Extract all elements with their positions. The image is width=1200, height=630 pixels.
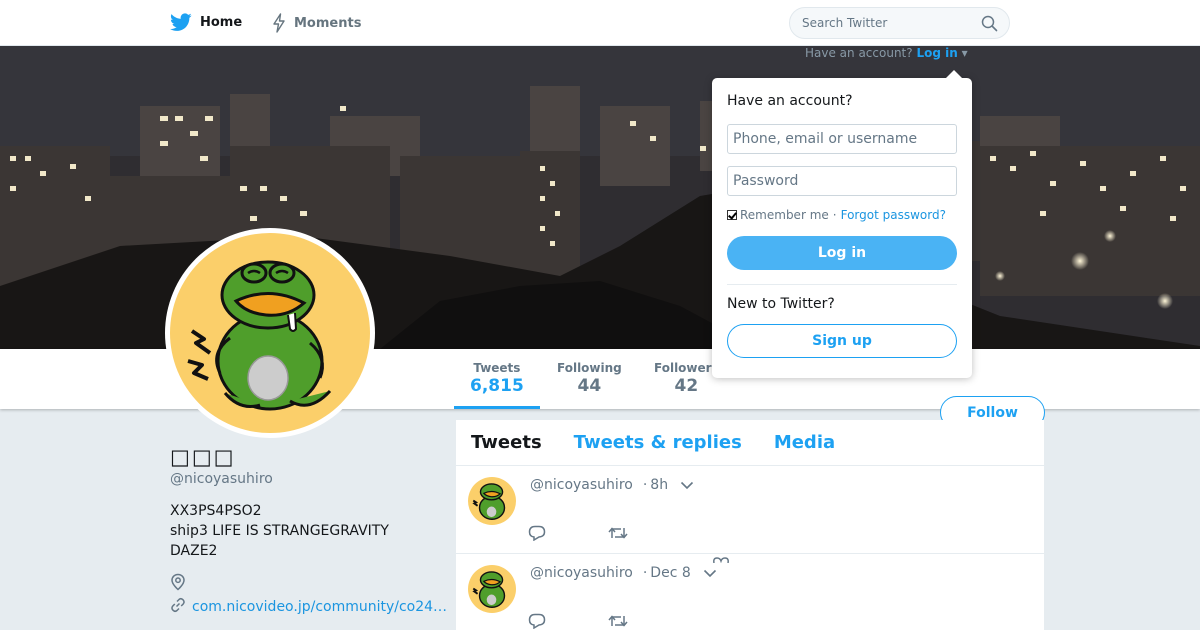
- tweet-item[interactable]: @nicoyasuhiro · Dec 8: [456, 554, 1044, 630]
- tweet-time[interactable]: 8h: [650, 477, 668, 493]
- stat-value: 44: [577, 376, 602, 396]
- lightning-icon: [272, 13, 286, 33]
- remember-row: Remember me · Forgot password?: [727, 208, 946, 222]
- top-nav: Home Moments: [0, 0, 1200, 46]
- nav-moments[interactable]: Moments: [272, 13, 361, 33]
- search-icon[interactable]: [981, 15, 998, 36]
- signup-button[interactable]: Sign up: [727, 324, 957, 358]
- tweet-separator: ·: [642, 477, 648, 493]
- dropdown-caret: [946, 70, 962, 78]
- stat-label: Followers: [654, 361, 719, 375]
- timeline: Tweets Tweets & replies Media @nicoyasuh…: [456, 420, 1044, 630]
- account-hint: Have an account? Log in ▾: [805, 46, 968, 60]
- login-dropdown: Have an account? Remember me · Forgot pa…: [712, 70, 972, 378]
- new-to-twitter-text: New to Twitter?: [727, 296, 835, 312]
- remember-label[interactable]: Remember me: [740, 208, 829, 222]
- chevron-down-icon[interactable]: [703, 566, 717, 582]
- location-row: [170, 573, 450, 591]
- caret-down-icon: ▾: [961, 46, 968, 60]
- chevron-down-icon[interactable]: [680, 478, 694, 494]
- tweet-actions: [528, 525, 628, 545]
- login-button[interactable]: Log in: [727, 236, 957, 270]
- reply-icon[interactable]: [528, 525, 546, 545]
- profile-bio: XX3PS4PSO2 ship3 LIFE IS STRANGEGRAVITY …: [170, 503, 389, 559]
- tweet-header: @nicoyasuhiro · Dec 8: [530, 564, 717, 582]
- username-input[interactable]: [727, 124, 957, 154]
- tweet-handle[interactable]: @nicoyasuhiro: [530, 477, 633, 493]
- avatar[interactable]: [165, 228, 375, 438]
- dropdown-divider: [727, 284, 957, 285]
- account-hint-login-link[interactable]: Log in: [916, 46, 957, 60]
- reply-icon[interactable]: [528, 613, 546, 630]
- timeline-tabs: Tweets Tweets & replies Media: [456, 420, 1044, 466]
- nav-moments-label: Moments: [294, 15, 362, 31]
- profile-side: □□□ @nicoyasuhiro XX3PS4PSO2 ship3 LIFE …: [170, 445, 450, 617]
- search-input[interactable]: [790, 8, 970, 38]
- profile-link[interactable]: com.nicovideo.jp/community/co24…: [170, 597, 450, 617]
- tweet-time[interactable]: Dec 8: [650, 565, 690, 581]
- remember-checkbox[interactable]: [727, 210, 737, 220]
- tab-tweets-replies[interactable]: Tweets & replies: [574, 432, 742, 453]
- tab-tweets[interactable]: Tweets: [471, 432, 542, 453]
- tweet-separator: ·: [642, 565, 648, 581]
- password-input[interactable]: [727, 166, 957, 196]
- stat-label: Following: [557, 361, 622, 375]
- twitter-bird-icon: [170, 13, 192, 32]
- tweet-handle[interactable]: @nicoyasuhiro: [530, 565, 633, 581]
- profile-link-text[interactable]: com.nicovideo.jp/community/co24…: [192, 599, 447, 615]
- tweet-item[interactable]: @nicoyasuhiro · 8h: [456, 466, 1044, 564]
- search-box: [789, 7, 1010, 39]
- stat-value: 6,815: [470, 376, 524, 396]
- tweet-avatar[interactable]: [468, 565, 516, 613]
- account-hint-text: Have an account?: [805, 46, 913, 60]
- nav-home[interactable]: Home: [170, 13, 242, 32]
- stat-value: 42: [674, 376, 699, 396]
- display-name[interactable]: □□□: [170, 445, 450, 469]
- stat-label: Tweets: [473, 361, 521, 375]
- tab-media[interactable]: Media: [774, 432, 835, 453]
- retweet-icon[interactable]: [608, 613, 628, 630]
- stat-following[interactable]: Following 44: [557, 361, 622, 396]
- retweet-icon[interactable]: [608, 525, 628, 545]
- stat-followers[interactable]: Followers 42: [654, 361, 719, 396]
- remember-separator: ·: [832, 208, 837, 222]
- tweet-header: @nicoyasuhiro · 8h: [530, 476, 694, 494]
- link-icon: [170, 597, 186, 617]
- stat-tweets[interactable]: Tweets 6,815: [454, 361, 540, 409]
- login-title: Have an account?: [727, 93, 853, 109]
- forgot-password-link[interactable]: Forgot password?: [841, 208, 946, 222]
- frog-avatar-image: [170, 233, 370, 433]
- tweet-avatar[interactable]: [468, 477, 516, 525]
- location-icon: [170, 573, 186, 595]
- tweet-actions: [528, 613, 628, 630]
- nav-home-label: Home: [200, 15, 243, 30]
- profile-handle[interactable]: @nicoyasuhiro: [170, 471, 450, 487]
